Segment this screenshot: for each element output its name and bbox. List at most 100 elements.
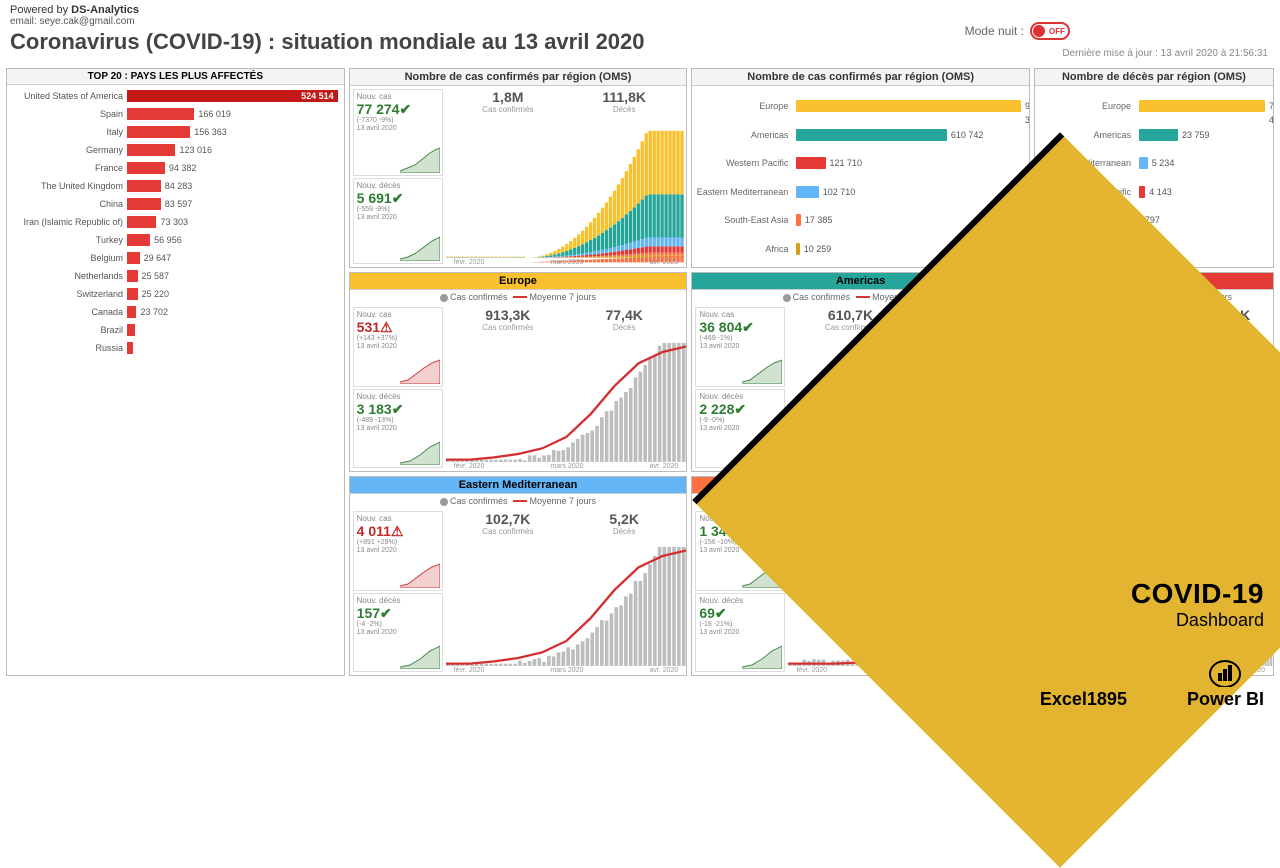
bar-row[interactable]: Europe 77 419 (1039, 99, 1265, 113)
kpi-total-deaths: 111,8KDécès (568, 89, 680, 114)
panel-title: South-East Asia (692, 477, 1029, 494)
kpi-total-deaths: 5,2KDécès (568, 511, 680, 536)
top20-row[interactable]: Iran (Islamic Republic of) 73 303 (13, 215, 338, 229)
contact-email: email: seye.cak@gmail.com (10, 16, 1270, 27)
bar-row[interactable]: South-East Asia 17 385 (696, 213, 1021, 227)
corner-text: COVID-19 Dashboard Excel1895 Power BI (1040, 578, 1264, 710)
top20-row[interactable]: Brazil (13, 323, 338, 337)
panel-title: Nombre de décès par région (OMS) (1035, 69, 1273, 86)
card-new-deaths: Nouv. décès 33✔ (-32 -49%)13 avril 2020 (1038, 389, 1128, 469)
panel-deaths-by-region: Nombre de décès par région (OMS) Europe … (1034, 68, 1274, 268)
card-new-deaths: Nouv. décès 5 691✔ (-559 -9%) 13 avril 2… (353, 178, 443, 265)
filter-icon: ▽ (991, 458, 999, 469)
kpi-total-deaths: 0,5KDécès (1204, 511, 1267, 536)
card-new-cases: Nouv. cas 36 804✔ (-469 -1%)13 avril 202… (695, 307, 785, 387)
top20-row[interactable]: United States of America 524 514 (13, 89, 338, 103)
last-updated: Dernière mise à jour : 13 avril 2020 à 2… (1062, 48, 1268, 59)
bar-row[interactable]: Eastern Mediterranean 5 234 (1039, 156, 1265, 170)
chart-world-stacked[interactable]: févr. 2020mars 2020avr. 2020 (446, 117, 687, 267)
night-mode-label: Mode nuit : (965, 24, 1024, 38)
top20-row[interactable]: Russia (13, 341, 338, 355)
bar-row[interactable]: Western Pacific 121 710 (696, 156, 1021, 170)
card-new-cases: Nouv. cas 77 274✔ (-7370 -9%) 13 avril 2… (353, 89, 443, 176)
top20-row[interactable]: Belgium 29 647 (13, 251, 338, 265)
top20-row[interactable]: China 83 597 (13, 197, 338, 211)
panel-region-americas: Americas Cas confirmésMoyenne 7 jours No… (691, 272, 1030, 472)
card-new-cases: Nouv. cas 1 345✔ (-173 -11%)13 avril 202… (1038, 307, 1128, 387)
top20-row[interactable]: Italy 156 363 (13, 125, 338, 139)
top20-row[interactable]: The United Kingdom 84 283 (13, 179, 338, 193)
card-new-deaths: Nouv. décès 157✔ (-4 -2%)13 avril 2020 (353, 593, 443, 673)
sparkline-icon (400, 147, 440, 173)
kpi-total-deaths: 77,4KDécès (568, 307, 680, 332)
panel-title: Europe (350, 273, 687, 290)
bar-row[interactable]: Western Pacific 4 143 (1039, 185, 1265, 199)
panel-region-western-pacific: Western Pacific Cas confirmésMoyenne 7 j… (1034, 272, 1274, 472)
powered-by: Powered by DS-Analytics (10, 4, 1270, 16)
powerbi-icon (1208, 659, 1242, 687)
legend: Cas confirmésMoyenne 7 jours (692, 290, 1029, 304)
bar-row[interactable]: Africa 464 (1039, 242, 1265, 256)
top20-row[interactable]: France 94 382 (13, 161, 338, 175)
kpi-total-deaths: 0,8KDécès (911, 511, 1023, 536)
bar-row[interactable]: Africa 10 259 (696, 242, 1021, 256)
panel-title: Eastern Mediterranean (350, 477, 687, 494)
night-mode: Mode nuit : OFF (965, 22, 1070, 40)
panel-title: Americas (692, 273, 1029, 290)
bar-row[interactable]: Americas 23 759 (1039, 128, 1265, 142)
chart-actions[interactable]: ▽ ⤢ ⋯ (991, 458, 1025, 469)
card-new-deaths: Nouv. décès 69✔ (-18 -21%)13 avril 2020 (695, 593, 785, 673)
chart-region[interactable]: févr. 2020mars 2020avr. 2020 ▽⤢⋯ (788, 335, 1029, 471)
top20-row[interactable]: Canada 23 702 (13, 305, 338, 319)
chart-region[interactable]: févr. 2020mars 2020avr. 2020 (1131, 335, 1273, 471)
more-icon: ⋯ (1015, 458, 1025, 469)
legend: Cas confirmésMoyenne 7 jours (1035, 494, 1273, 508)
legend: Cas confirmésMoyenne 7 jours (692, 494, 1029, 508)
legend: Cas confirmésMoyenne 7 jours (1035, 290, 1273, 304)
focus-icon: ⤢ (1003, 458, 1011, 469)
panel-cases-by-region: Nombre de cas confirmés par région (OMS)… (691, 68, 1030, 268)
bar-row[interactable]: South-East Asia 797 (1039, 213, 1265, 227)
bar-row[interactable]: Americas 610 742 (696, 128, 1021, 142)
top20-row[interactable]: Spain 166 019 (13, 107, 338, 121)
panel-top20: TOP 20 : PAYS LES PLUS AFFECTÉS United S… (6, 68, 345, 676)
panel-title: Africa (1035, 477, 1273, 494)
excel-label: Excel1895 (1040, 689, 1127, 710)
kpi-total-cases: 17,4KCas confirmés (794, 511, 906, 536)
chart-region[interactable]: févr. 2020mars 2020avr. 2020 (446, 335, 687, 471)
kpi-total-cases: 610,7KCas confirmés (794, 307, 906, 332)
panel-world: Nombre de cas confirmés par région (OMS)… (349, 68, 688, 268)
kpi-total-cases: 102,7KCas confirmés (452, 511, 564, 536)
kpi-total-deaths: 4,1KDécès (1204, 307, 1267, 332)
legend: Cas confirmésMoyenne 7 jours (350, 290, 687, 304)
night-mode-toggle[interactable]: OFF (1030, 22, 1070, 40)
card-new-deaths: Nouv. décès 2 228✔ (-9 -0%)13 avril 2020 (695, 389, 785, 469)
panel-region-europe: Europe Cas confirmésMoyenne 7 jours Nouv… (349, 272, 688, 472)
chart-region[interactable]: févr. 2020mars 2020avr. 2020 (446, 539, 687, 675)
powerbi-label: Power BI (1187, 659, 1264, 710)
powered-by-pre: Powered by (10, 4, 71, 16)
sparkline-icon (400, 235, 440, 261)
bar-row[interactable]: Eastern Mediterranean 102 710 (696, 185, 1021, 199)
card-new-deaths: Nouv. décès 3 183✔ (-489 -13%)13 avril 2… (353, 389, 443, 469)
card-new-cases: Nouv. cas 1 340✔ (-156 -10%)13 avril 202… (695, 511, 785, 591)
top20-row[interactable]: Netherlands 25 587 (13, 269, 338, 283)
card-new-cases: Nouv. cas 531⚠ (+143 +37%)13 avril 2020 (353, 307, 443, 387)
panel-region-eastern-mediterranean: Eastern Mediterranean Cas confirmésMoyen… (349, 476, 688, 676)
powered-by-brand: DS-Analytics (71, 4, 139, 16)
kpi-total-cases: 10,3KCas confirmés (1137, 511, 1200, 536)
panel-title: TOP 20 : PAYS LES PLUS AFFECTÉS (7, 69, 344, 85)
panel-region-south-east-asia: South-East Asia Cas confirmésMoyenne 7 j… (691, 476, 1030, 676)
top20-row[interactable]: Switzerland 25 220 (13, 287, 338, 301)
panel-title: Western Pacific (1035, 273, 1273, 290)
panel-title: Nombre de cas confirmés par région (OMS) (350, 69, 687, 86)
card-new-cases: Nouv. cas 4 011⚠ (+891 +29%)13 avril 202… (353, 511, 443, 591)
kpi-total-cases: 1,8MCas confirmés (452, 89, 564, 114)
kpi-total-cases: 913,3KCas confirmés (452, 307, 564, 332)
top20-row[interactable]: Turkey 56 956 (13, 233, 338, 247)
kpi-total-cases: 121,7KCas confirmés (1137, 307, 1200, 332)
bar-row[interactable]: Europe 913 349 (696, 99, 1021, 113)
top20-row[interactable]: Germany 123 016 (13, 143, 338, 157)
legend: Cas confirmésMoyenne 7 jours (350, 494, 687, 508)
chart-region[interactable]: févr. 2020mars 2020avr. 2020 (788, 539, 1029, 675)
